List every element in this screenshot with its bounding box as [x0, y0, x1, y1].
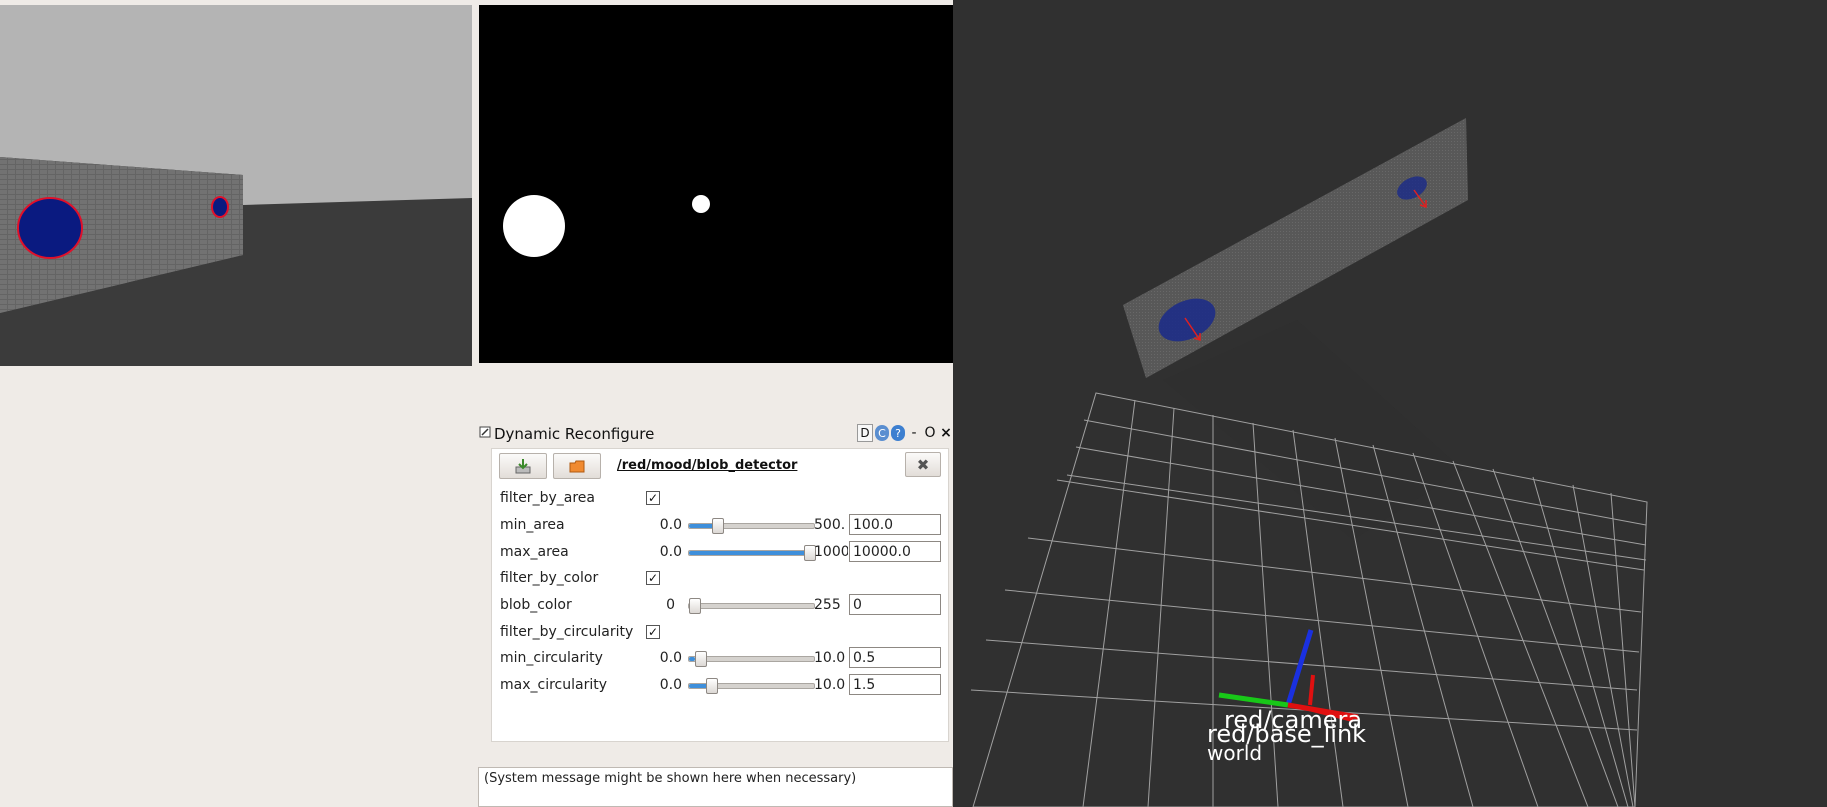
blob-large — [17, 197, 83, 259]
param-name: filter_by_color — [500, 570, 599, 586]
camera-image-view — [0, 5, 472, 366]
min-circularity-slider[interactable] — [688, 651, 815, 667]
slider-handle[interactable] — [706, 678, 719, 694]
min-area-slider[interactable] — [688, 518, 815, 534]
dr-title: Dynamic Reconfigure — [494, 425, 655, 443]
system-message-box: (System message might be shown here when… — [478, 767, 953, 807]
blob-color-input[interactable]: 0 — [849, 594, 941, 615]
param-row-min-circularity: min_circularity 0.0 10.0 0.5 — [492, 646, 948, 672]
close-window-button[interactable]: × — [939, 425, 953, 441]
minimize-button[interactable]: - — [907, 425, 921, 441]
close-node-button[interactable]: ✖ — [905, 452, 941, 477]
max-circularity-input[interactable]: 1.5 — [849, 674, 941, 695]
slider-max-label: 500. — [814, 517, 846, 533]
open-folder-icon — [569, 460, 585, 473]
param-row-blob-color: blob_color 0 255 0 — [492, 593, 948, 619]
edit-icon — [479, 426, 491, 438]
help-button[interactable]: ? — [891, 425, 905, 441]
param-row-max-circularity: max_circularity 0.0 10.0 1.5 — [492, 673, 948, 699]
options-button[interactable]: O — [923, 425, 937, 441]
slider-handle[interactable] — [694, 651, 707, 667]
node-path-label: /red/mood/blob_detector — [617, 458, 798, 473]
slider-min-label: 0.0 — [659, 677, 682, 693]
min-area-input[interactable]: 100.0 — [849, 514, 941, 535]
reload-button[interactable]: C — [875, 425, 889, 441]
slider-handle[interactable] — [712, 518, 724, 534]
frame-label-world: world — [1207, 741, 1262, 765]
param-name: filter_by_area — [500, 490, 595, 506]
param-row-filter-by-circularity: filter_by_circularity ✓ — [492, 620, 948, 646]
param-row-filter-by-area: filter_by_area ✓ — [492, 486, 948, 512]
mask-image-view — [479, 5, 953, 363]
rviz-3d-view[interactable]: red/camera red/base_link world — [953, 0, 1827, 807]
slider-handle[interactable] — [689, 598, 701, 614]
dock-button[interactable]: D — [857, 424, 873, 442]
param-name: max_circularity — [500, 677, 607, 693]
param-row-min-area: min_area 0.0 500. 100.0 — [492, 513, 948, 539]
close-icon: ✖ — [916, 455, 930, 474]
min-circularity-input[interactable]: 0.5 — [849, 647, 941, 668]
max-area-slider[interactable] — [688, 545, 816, 561]
slider-min-label: 0.0 — [659, 517, 682, 533]
param-name: blob_color — [500, 597, 572, 613]
load-params-button[interactable] — [553, 453, 601, 479]
slider-max-label: 10.0 — [814, 677, 846, 693]
slider-min-label: 0.0 — [659, 650, 682, 666]
rviz-scene: red/camera red/base_link world — [970, 118, 1648, 807]
filter-by-area-checkbox[interactable]: ✓ — [646, 491, 660, 505]
param-name: max_area — [500, 544, 569, 560]
slider-max-label: 10.0 — [814, 650, 846, 666]
save-icon — [515, 459, 531, 474]
param-name: min_area — [500, 517, 565, 533]
blob-small — [211, 196, 229, 218]
slider-max-label: 255 — [814, 597, 841, 613]
slider-max-label: 1000 — [814, 544, 848, 560]
camera-scene — [0, 5, 472, 366]
param-name: min_circularity — [500, 650, 603, 666]
slider-min-label: 0.0 — [659, 544, 682, 560]
param-row-max-area: max_area 0.0 1000 10000.0 — [492, 540, 948, 566]
mask-blob-small — [692, 195, 710, 213]
mask-blob-large — [503, 195, 565, 257]
save-params-button[interactable] — [499, 453, 547, 479]
max-area-input[interactable]: 10000.0 — [849, 541, 941, 562]
slider-min-label: 0 — [666, 597, 675, 613]
filter-by-circularity-checkbox[interactable]: ✓ — [646, 625, 660, 639]
dynamic-reconfigure-panel: Dynamic Reconfigure D C ? - O × /red/moo… — [476, 420, 953, 760]
filter-by-color-checkbox[interactable]: ✓ — [646, 571, 660, 585]
dr-content: /red/mood/blob_detector ✖ filter_by_area… — [491, 448, 949, 742]
dr-titlebar: Dynamic Reconfigure D C ? - O × — [476, 422, 953, 444]
mask-scene — [503, 195, 710, 257]
param-name: filter_by_circularity — [500, 624, 634, 640]
blob-color-slider[interactable] — [688, 598, 815, 614]
max-circularity-slider[interactable] — [688, 678, 815, 694]
param-row-filter-by-color: filter_by_color ✓ — [492, 566, 948, 592]
